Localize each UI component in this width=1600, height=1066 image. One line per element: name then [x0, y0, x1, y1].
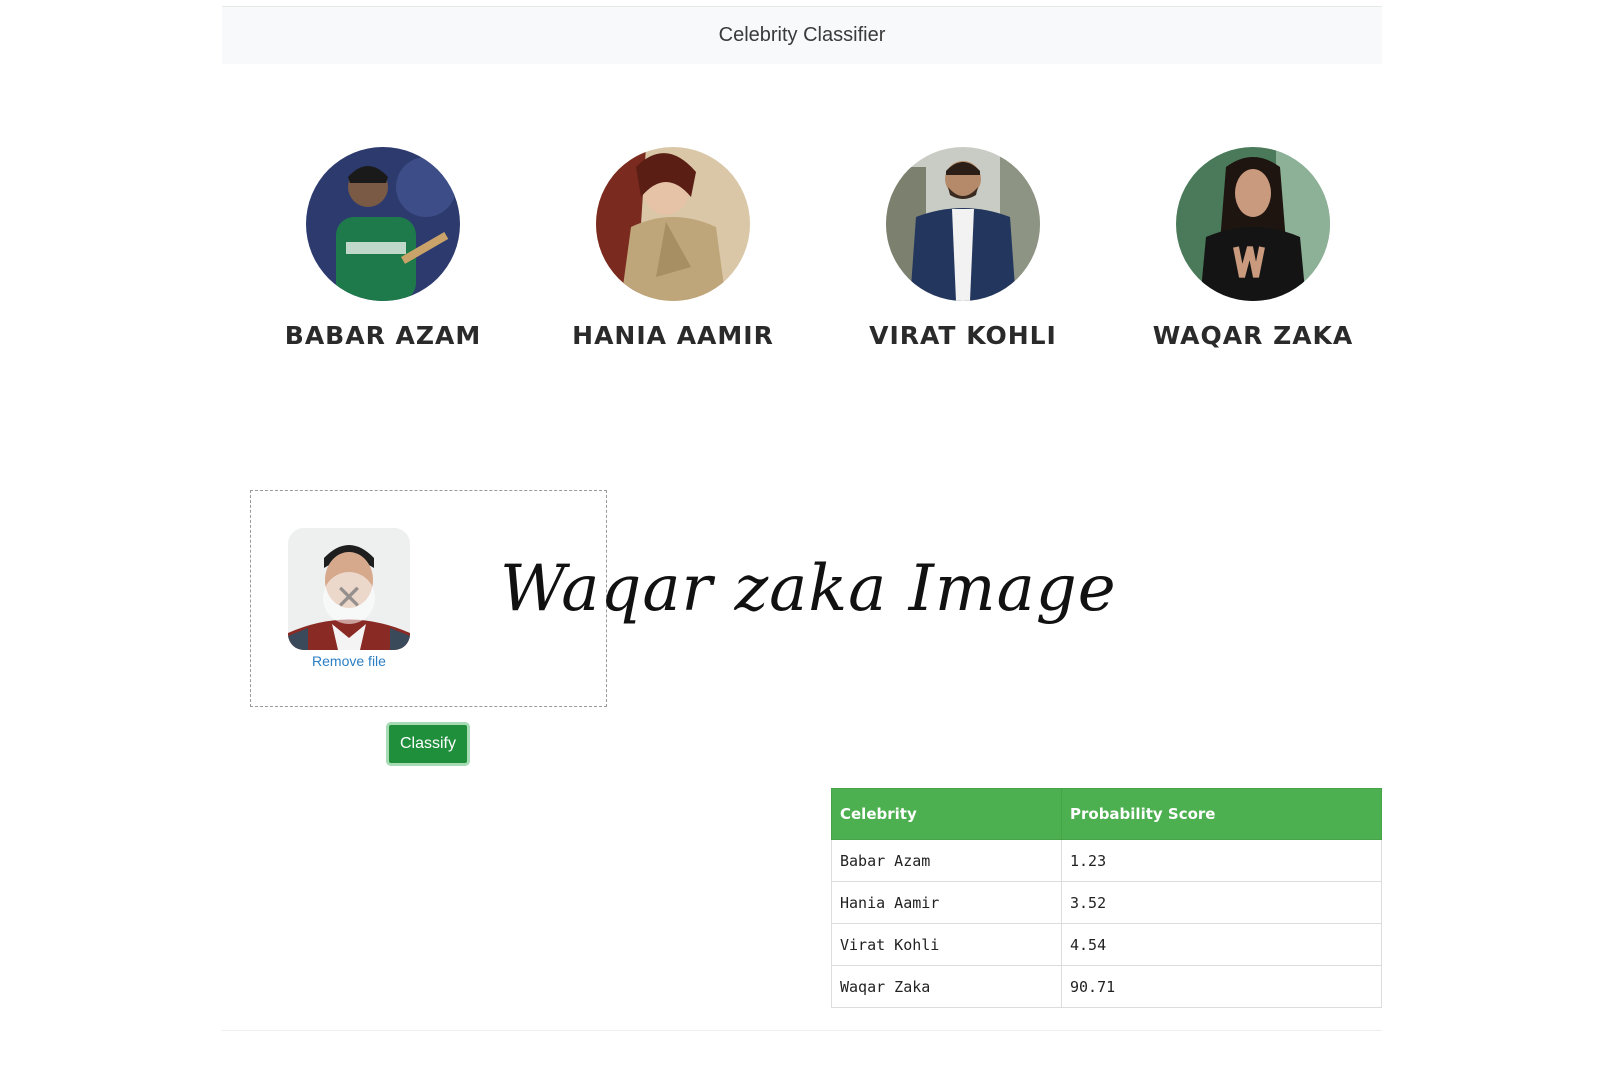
celebrity-cell: Waqar Zaka [831, 965, 1062, 1008]
score-cell: 1.23 [1061, 839, 1382, 882]
celebrity-card-babar-azam: BABAR AZAM [263, 147, 503, 350]
navbar-title[interactable]: Celebrity Classifier [719, 24, 886, 47]
celebrity-photo-waqar-zaka [1176, 147, 1330, 301]
image-caption: Waqar zaka Image [500, 552, 1117, 626]
table-header-row: Celebrity Probability Score [831, 788, 1382, 840]
celebrity-cell: Virat Kohli [831, 923, 1062, 966]
score-cell: 90.71 [1061, 965, 1382, 1008]
celebrity-name: HANIA AAMIR [572, 321, 774, 350]
table-row: Babar Azam 1.23 [831, 839, 1382, 882]
celebrity-photo-hania-aamir [596, 147, 750, 301]
celebrity-name: WAQAR ZAKA [1152, 321, 1354, 350]
celebrity-name: BABAR AZAM [284, 321, 482, 350]
close-icon[interactable]: ✕ [323, 572, 375, 624]
classify-button[interactable]: Classify [386, 722, 470, 766]
remove-file-link[interactable]: Remove file [251, 653, 447, 669]
score-cell: 3.52 [1061, 881, 1382, 924]
column-header-probability: Probability Score [1061, 788, 1382, 840]
celebrity-photo-babar-azam [306, 147, 460, 301]
score-cell: 4.54 [1061, 923, 1382, 966]
uploaded-image-preview: ✕ [288, 528, 410, 650]
column-header-celebrity: Celebrity [831, 788, 1062, 840]
bottom-divider [222, 1030, 1382, 1031]
celebrity-card-waqar-zaka: WAQAR ZAKA [1133, 147, 1373, 350]
celebrity-card-hania-aamir: HANIA AAMIR [553, 147, 793, 350]
celebrity-cards: BABAR AZAM HANIA AAMIR VIRAT KOHLI WAQAR… [0, 147, 1600, 357]
navbar: Celebrity Classifier [222, 7, 1382, 64]
celebrity-photo-virat-kohli [886, 147, 1040, 301]
celebrity-cell: Hania Aamir [831, 881, 1062, 924]
results-table: Celebrity Probability Score Babar Azam 1… [831, 788, 1382, 1008]
table-row: Virat Kohli 4.54 [831, 923, 1382, 966]
celebrity-card-virat-kohli: VIRAT KOHLI [843, 147, 1083, 350]
table-row: Hania Aamir 3.52 [831, 881, 1382, 924]
celebrity-cell: Babar Azam [831, 839, 1062, 882]
table-row: Waqar Zaka 90.71 [831, 965, 1382, 1008]
celebrity-name: VIRAT KOHLI [869, 321, 1057, 350]
